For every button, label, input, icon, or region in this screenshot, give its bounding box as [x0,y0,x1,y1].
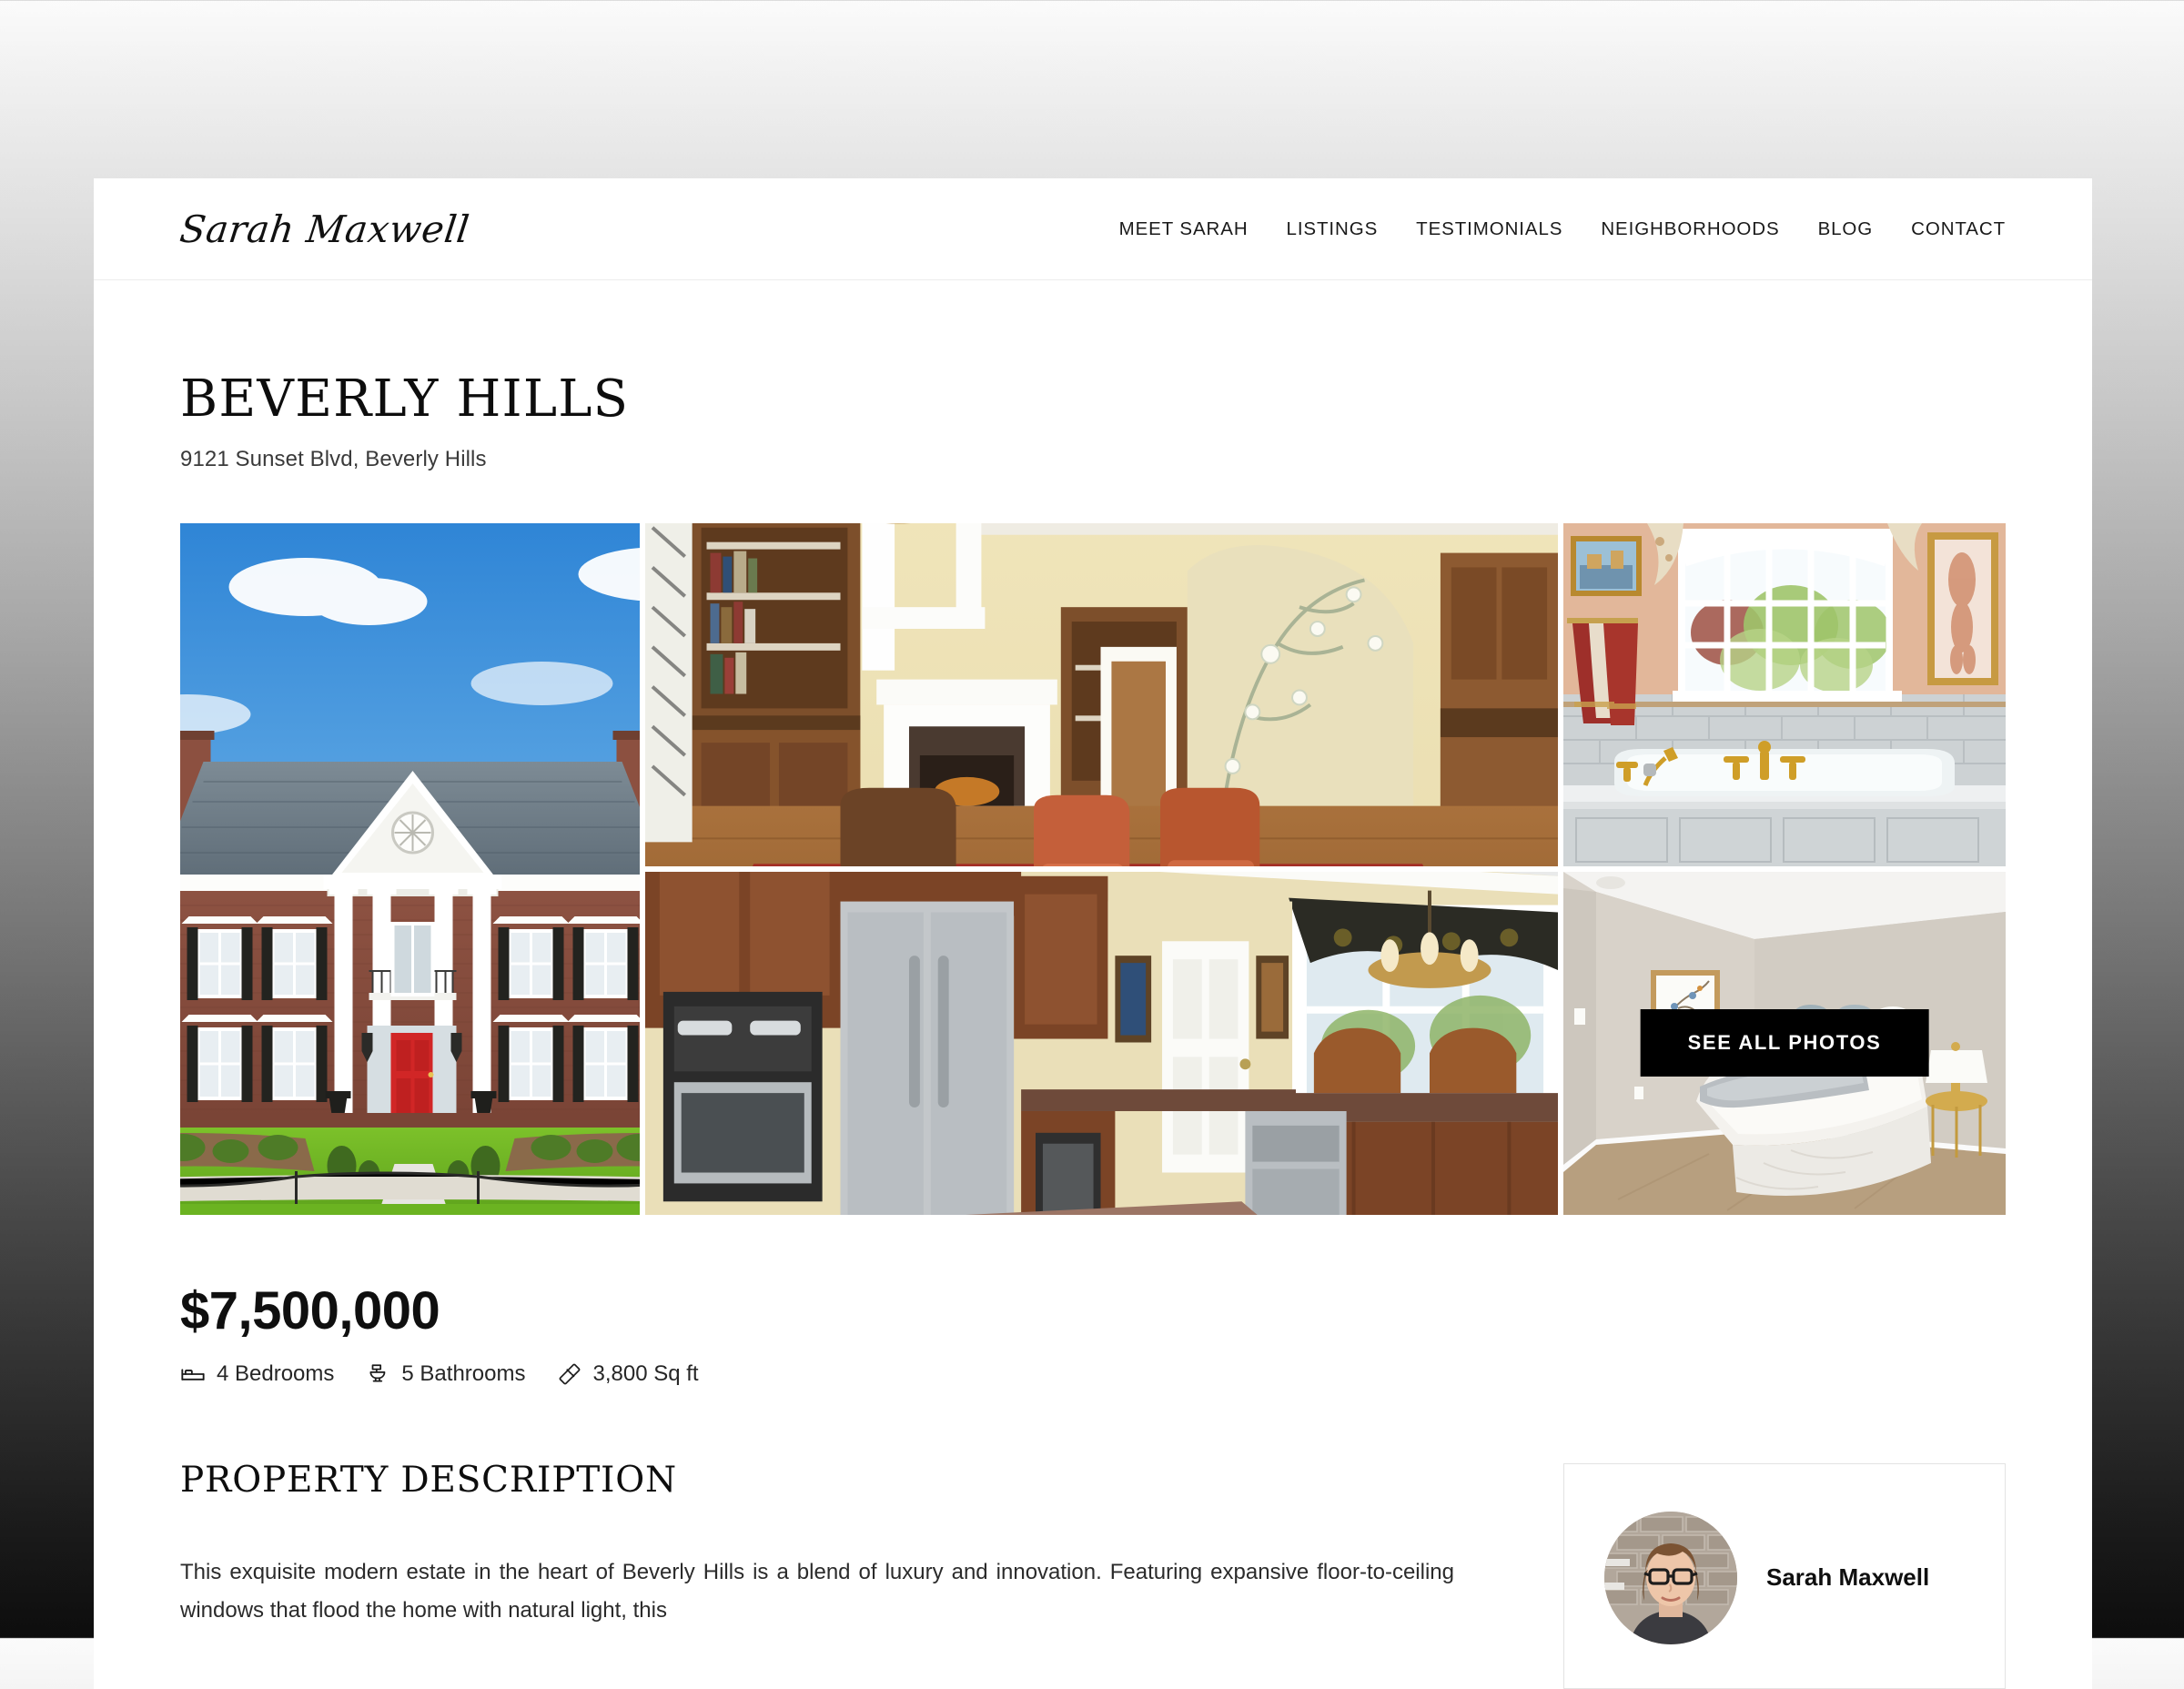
agent-name: Sarah Maxwell [1766,1563,1930,1592]
bed-icon [180,1361,206,1387]
nav-item-meet-sarah[interactable]: MEET SARAH [1100,209,1268,249]
stat-area: 3,800 Sq ft [558,1360,699,1387]
stat-bathrooms-label: 5 Bathrooms [401,1360,526,1386]
photo-gallery: SEE ALL PHOTOS [180,522,2006,1215]
stat-bedrooms: 4 Bedrooms [180,1361,334,1387]
exterior-front-photo[interactable] [180,522,640,1215]
main-navigation: MEET SARAH LISTINGS TESTIMONIALS NEIGHBO… [1100,209,2006,249]
price-block: $7,500,000 4 Bedrooms 5 Bathrooms 3,800 … [180,1280,2006,1387]
page-title: BEVERLY HILLS [180,369,630,429]
ruler-icon [558,1361,581,1387]
nav-item-contact[interactable]: CONTACT [1892,209,2006,249]
property-description-heading: PROPERTY DESCRIPTION [180,1459,677,1501]
kitchen-photo[interactable] [645,871,1558,1215]
property-description-text: This exquisite modern estate in the hear… [180,1559,1454,1623]
stat-area-label: 3,800 Sq ft [592,1360,699,1386]
site-header: Sarah Maxwell MEET SARAH LISTINGS TESTIM… [94,178,2092,280]
toilet-icon [367,1361,390,1387]
property-description-column: PROPERTY DESCRIPTION This exquisite mode… [180,1460,1454,1630]
agent-row: Sarah Maxwell [1604,1511,1965,1644]
nav-item-listings[interactable]: LISTINGS [1268,209,1398,249]
listing-price: $7,500,000 [180,1280,440,1340]
stat-bathrooms: 5 Bathrooms [367,1361,525,1387]
see-all-photos-button[interactable]: SEE ALL PHOTOS [1640,1009,1929,1077]
agent-card: Sarah Maxwell [1563,1462,2006,1689]
brand-logo[interactable]: Sarah Maxwell [177,207,472,251]
listing-address: 9121 Sunset Blvd, Beverly Hills [180,446,487,471]
main-content: BEVERLY HILLS 9121 Sunset Blvd, Beverly … [94,369,2092,1689]
bedroom-photo[interactable]: SEE ALL PHOTOS [1563,871,2006,1215]
lower-section: PROPERTY DESCRIPTION This exquisite mode… [180,1460,2006,1689]
listing-stats: 4 Bedrooms 5 Bathrooms 3,800 Sq ft [180,1361,2006,1387]
nav-item-blog[interactable]: BLOG [1799,209,1893,249]
stat-bedrooms-label: 4 Bedrooms [217,1360,335,1386]
nav-item-neighborhoods[interactable]: NEIGHBORHOODS [1582,209,1798,249]
nav-item-testimonials[interactable]: TESTIMONIALS [1397,209,1582,249]
page-sheet: Sarah Maxwell MEET SARAH LISTINGS TESTIM… [94,178,2092,1689]
living-room-photo[interactable] [645,522,1558,866]
avatar [1604,1511,1737,1644]
bathroom-photo[interactable] [1563,522,2006,866]
